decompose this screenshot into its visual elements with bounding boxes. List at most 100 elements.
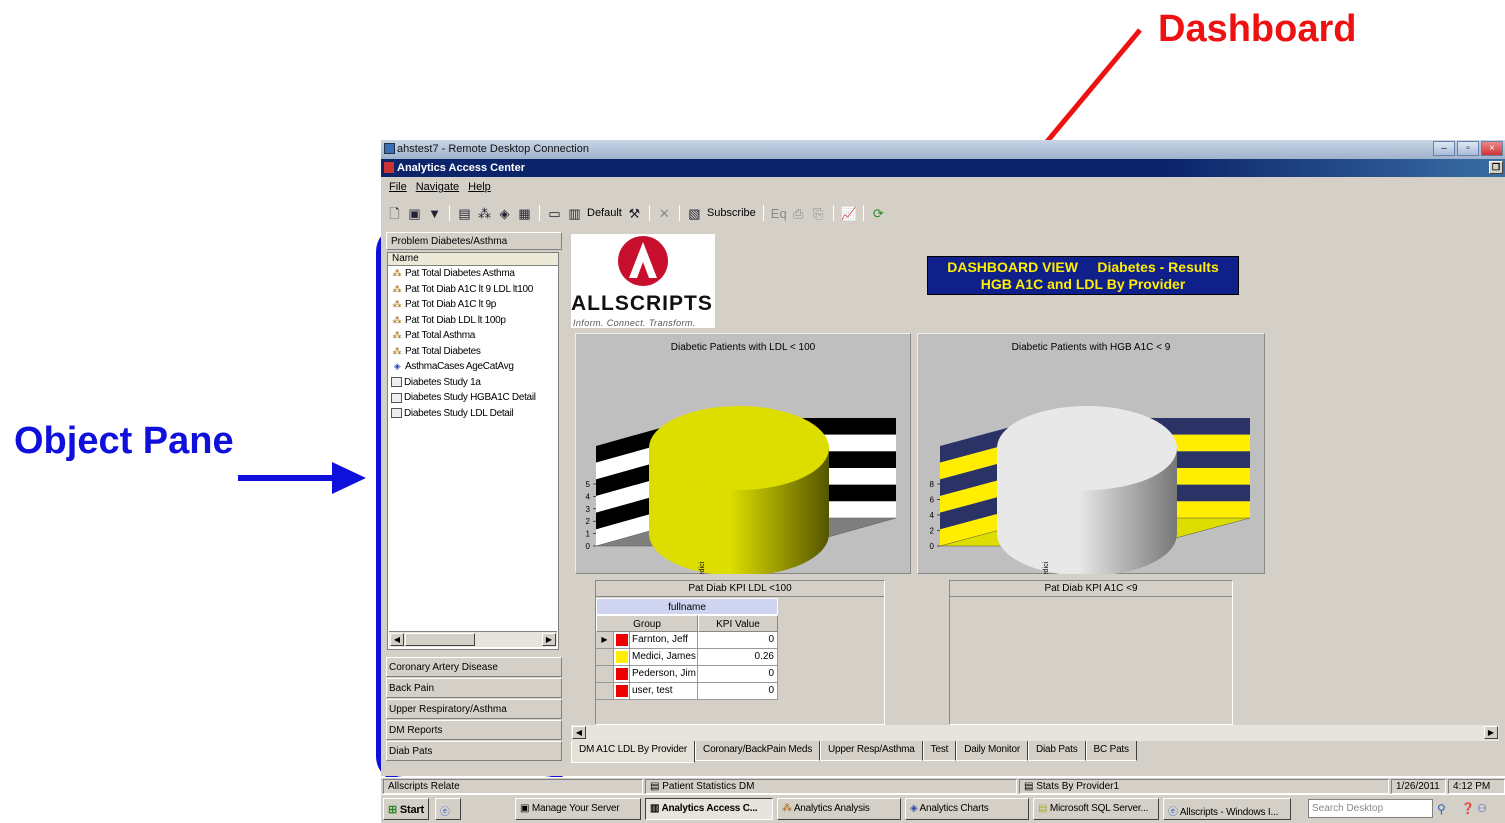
app-icon: ▥	[650, 803, 662, 814]
object-list-scrollbar[interactable]: ◀ ▶	[389, 631, 557, 647]
chart-a1c-panel[interactable]: 0 2 4 6 8 Medici Diabetic Patients with HGB A…	[917, 333, 1265, 574]
start-button[interactable]: ⊞ Start	[383, 798, 429, 820]
task-analytics-analysis[interactable]: ⁂ Analytics Analysis	[777, 798, 901, 820]
task-analytics-charts[interactable]: ◈ Analytics Charts	[905, 798, 1029, 820]
list-item[interactable]: ⁂ Pat Total Diabetes	[388, 344, 558, 360]
delete-icon[interactable]: ✕	[657, 206, 672, 221]
view-dropdown-icon[interactable]: ▥	[567, 206, 582, 221]
tab-upper-resp-asthma[interactable]: Upper Resp/Asthma	[820, 741, 923, 761]
list-item[interactable]: Diabetes Study HGBA1C Detail	[388, 390, 558, 406]
analysis-icon[interactable]: 📈	[841, 206, 857, 221]
app-restore-button[interactable]: ❐	[1489, 161, 1503, 174]
minimize-button[interactable]: –	[1433, 141, 1455, 156]
formula-icon[interactable]: Eq	[771, 206, 787, 221]
scroll-left-icon[interactable]: ◀	[572, 726, 586, 739]
menu-navigate[interactable]: Navigate	[416, 181, 459, 199]
ie-quicklaunch[interactable]: ⓔ	[435, 798, 461, 820]
task-analytics-access-center[interactable]: ▥ Analytics Access C...	[645, 798, 773, 820]
task-sql-server[interactable]: ▤ Microsoft SQL Server...	[1033, 798, 1159, 820]
status-time: 4:12 PM	[1448, 779, 1505, 794]
kpi-fullname-header[interactable]: fullname	[596, 598, 778, 615]
help-icon[interactable]: ❓	[1461, 802, 1475, 815]
menu-help[interactable]: Help	[468, 181, 491, 199]
group-coronary-artery-disease[interactable]: Coronary Artery Disease	[386, 657, 562, 677]
rdp-title-bar[interactable]: ahstest7 - Remote Desktop Connection – ▫…	[381, 140, 1505, 159]
kpi-icon: ⁂	[782, 803, 794, 814]
object-pane-header[interactable]: Problem Diabetes/Asthma	[386, 232, 562, 250]
list-item[interactable]: ⁂ Pat Tot Diab LDL lt 100p	[388, 313, 558, 329]
dashboard-scrollbar[interactable]: ◀ ▶	[571, 725, 1499, 741]
table-row[interactable]: user, test 0	[596, 683, 778, 700]
task-label: Analytics Analysis	[793, 803, 870, 814]
toolbar-separator	[832, 205, 834, 221]
scroll-right-icon[interactable]: ▶	[1484, 726, 1498, 739]
scroll-left-icon[interactable]: ◀	[390, 633, 404, 646]
export-icon[interactable]: ⎘	[811, 206, 826, 221]
tab-daily-monitor[interactable]: Daily Monitor	[956, 741, 1028, 761]
subscribe-icon[interactable]: ▧	[687, 206, 702, 221]
y-tick-label: 4	[930, 511, 935, 520]
menu-file[interactable]: File	[389, 181, 407, 199]
scrollbar-thumb[interactable]	[405, 633, 475, 646]
table-row[interactable]: ▶ Farnton, Jeff 0	[596, 632, 778, 649]
chart-title: Diabetic Patients with HGB A1C < 9	[1011, 342, 1171, 353]
subscribe-button[interactable]: Subscribe	[707, 207, 756, 219]
kpi-group-name: user, test	[630, 683, 698, 700]
x-category-label: Medici	[699, 561, 706, 574]
tab-coronary-backpain-meds[interactable]: Coronary/BackPain Meds	[695, 741, 821, 761]
table-row[interactable]: Pederson, Jim 0	[596, 666, 778, 683]
list-item[interactable]: Diabetes Study 1a	[388, 375, 558, 391]
group-diab-pats[interactable]: Diab Pats	[386, 741, 562, 761]
kpi-group-name: Farnton, Jeff	[630, 632, 698, 649]
object-list-column-header[interactable]: Name	[388, 253, 558, 266]
screenshot-root: Dashboard Object Pane ahstest7 - Remote …	[0, 0, 1505, 823]
table-row[interactable]: Medici, James 0.26	[596, 649, 778, 666]
object-pane-annotation-label: Object Pane	[14, 420, 234, 462]
list-item[interactable]: ⁂ Pat Tot Diab A1C lt 9 LDL lt100	[388, 282, 558, 298]
dashboard-icon[interactable]: ▦	[517, 206, 532, 221]
tab-test[interactable]: Test	[922, 741, 957, 761]
new-document-icon[interactable]: 🗋	[387, 206, 402, 221]
status-swatch	[614, 649, 630, 666]
kpi-icon[interactable]: ⁂	[477, 206, 492, 221]
tab-bc-pats[interactable]: BC Pats	[1085, 741, 1137, 761]
close-button[interactable]: ×	[1481, 141, 1503, 156]
report-icon[interactable]: ▤	[457, 206, 472, 221]
scroll-right-icon[interactable]: ▶	[542, 633, 556, 646]
y-tick-label: 0	[586, 542, 591, 551]
database-icon: ▤	[1038, 803, 1050, 814]
open-icon[interactable]: ▣	[407, 206, 422, 221]
list-item[interactable]: ◈ AsthmaCases AgeCatAvg	[388, 359, 558, 375]
kpi-col-group[interactable]: Group	[596, 615, 698, 632]
chart-icon[interactable]: ◈	[497, 206, 512, 221]
kpi-col-value[interactable]: KPI Value	[698, 615, 778, 632]
search-icon[interactable]: ⚲	[1437, 802, 1446, 816]
print-icon[interactable]: ⎙	[791, 206, 806, 221]
refresh-icon[interactable]: ⟳	[871, 206, 886, 221]
save-icon[interactable]: ▼	[427, 206, 442, 221]
group-dm-reports[interactable]: DM Reports	[386, 720, 562, 740]
list-item[interactable]: ⁂ Pat Tot Diab A1C lt 9p	[388, 297, 558, 313]
task-allscripts-browser[interactable]: ⓔ Allscripts - Windows I...	[1163, 798, 1291, 820]
chart-ldl-panel[interactable]: 0 1 2 3 4 5 Medici Diabetic Patients with LDL …	[575, 333, 911, 574]
default-view-label[interactable]: Default	[587, 207, 622, 219]
restore-button[interactable]: ▫	[1457, 141, 1479, 156]
app-title-bar[interactable]: Analytics Access Center ❐	[381, 159, 1505, 177]
tab-diab-pats[interactable]: Diab Pats	[1027, 741, 1086, 761]
dashboard-tabs: DM A1C LDL By Provider Coronary/BackPain…	[571, 741, 1137, 763]
dashboard-title: DASHBOARD VIEW Diabetes - Results HGB A1…	[927, 256, 1239, 295]
group-upper-respiratory-asthma[interactable]: Upper Respiratory/Asthma	[386, 699, 562, 719]
desktop-search-input[interactable]: Search Desktop	[1308, 799, 1433, 818]
list-item[interactable]: ⁂ Pat Total Asthma	[388, 328, 558, 344]
tools-icon[interactable]: ⚒	[627, 206, 642, 221]
tab-dm-a1c-ldl-by-provider[interactable]: DM A1C LDL By Provider	[571, 741, 696, 763]
list-item[interactable]: Diabetes Study LDL Detail	[388, 406, 558, 422]
network-icon[interactable]: ⚇	[1477, 802, 1487, 815]
logo-tagline: Inform. Connect. Transform.	[573, 318, 696, 328]
task-manage-your-server[interactable]: ▣ Manage Your Server	[515, 798, 641, 820]
group-back-pain[interactable]: Back Pain	[386, 678, 562, 698]
layout-icon[interactable]: ▭	[547, 206, 562, 221]
list-item[interactable]: ⁂ Pat Total Diabetes Asthma	[388, 266, 558, 282]
task-label: Allscripts - Windows I...	[1179, 807, 1279, 818]
report-icon: ▤	[650, 781, 663, 792]
